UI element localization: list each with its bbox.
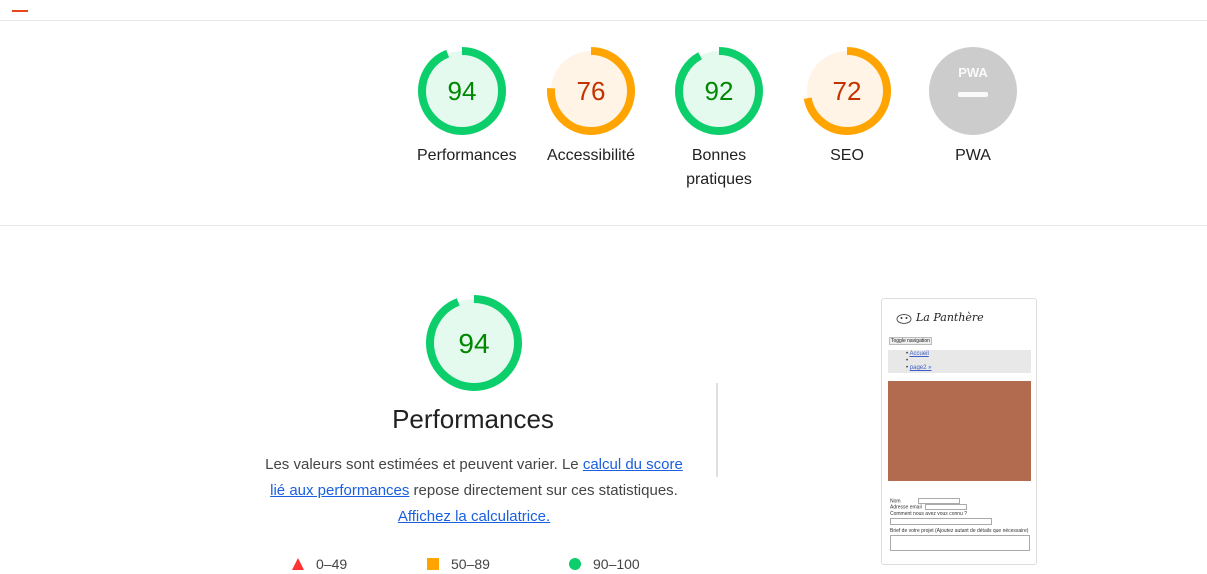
triangle-icon <box>292 558 304 570</box>
legend-fail: 0–49 <box>292 556 347 572</box>
thumb-hero-image <box>888 381 1031 481</box>
pwa-badge-text: PWA <box>958 65 988 80</box>
thumb-brand-text: La Panthère <box>916 311 984 324</box>
top-accent-mark <box>12 10 28 12</box>
gauge-performances[interactable]: 94 Performances <box>417 46 517 168</box>
gauge-performances-ring: 94 <box>418 47 506 135</box>
thumb-nav-link: Accueil <box>909 351 929 357</box>
gauge-seo-score: 72 <box>833 76 862 106</box>
thumb-nav: • Accueil • • page2 » <box>888 350 1031 373</box>
gauge-performances-score: 94 <box>448 76 477 106</box>
gauge-accessibilite[interactable]: 76 Accessibilité <box>546 46 636 168</box>
gauge-bonnes-pratiques[interactable]: 92 Bonnes pratiques <box>674 46 764 192</box>
page-screenshot-thumbnail[interactable]: La Panthère Toggle navigation • Accueil … <box>881 298 1037 565</box>
thumb-form-label: Comment nous avez vous connu ? <box>890 510 967 517</box>
calculator-link[interactable]: Affichez la calculatrice. <box>398 508 550 525</box>
gauge-accessibilite-score: 76 <box>577 76 606 106</box>
gauge-seo-ring: 72 <box>803 47 891 135</box>
legend-average-range: 50–89 <box>451 556 490 572</box>
legend-pass: 90–100 <box>569 556 640 572</box>
main-gauge-score: 94 <box>458 328 489 359</box>
thumb-nav-item: • page2 » <box>906 365 932 371</box>
legend-average: 50–89 <box>427 556 490 572</box>
thumb-form: Nom Adresse email Comment nous avez vous… <box>890 498 1030 551</box>
thumb-form-label: Adresse email <box>890 504 922 511</box>
gauge-performances-label: Performances <box>417 147 517 164</box>
thumb-nav-link: page2 » <box>909 365 932 371</box>
thumb-form-label: Brief de votre projet (Ajoutez autant de… <box>890 527 1029 534</box>
legend-fail-range: 0–49 <box>316 556 348 572</box>
pwa-badge-icon: PWA <box>929 47 1017 135</box>
gauge-pwa[interactable]: PWA PWA <box>928 46 1018 168</box>
gauge-accessibilite-ring: 76 <box>547 47 635 135</box>
performance-description: Les valeurs sont estimées et peuvent var… <box>262 452 686 530</box>
panther-logo-icon <box>896 313 912 324</box>
legend-pass-range: 90–100 <box>593 556 640 572</box>
desc-prefix: Les valeurs sont estimées et peuvent var… <box>265 456 583 473</box>
thumb-nav-item: • <box>906 358 909 364</box>
circle-icon <box>569 558 581 570</box>
square-icon <box>427 558 439 570</box>
thumb-nav-item: • Accueil <box>906 351 929 357</box>
gauge-seo-label: SEO <box>830 147 864 164</box>
divider-top <box>0 20 1207 21</box>
gauge-seo[interactable]: 72 SEO <box>802 46 892 168</box>
gauge-pwa-label: PWA <box>955 147 991 164</box>
vertical-divider <box>716 383 718 477</box>
gauge-bonnes-pratiques-ring: 92 <box>675 47 763 135</box>
section-title: Performances <box>392 404 554 434</box>
desc-middle: repose directement sur ces statistiques. <box>409 482 678 499</box>
gauge-accessibilite-label: Accessibilité <box>546 147 636 164</box>
thumb-brand: La Panthère <box>896 311 984 324</box>
main-gauge-ring: 94 <box>426 295 522 391</box>
divider-middle <box>0 225 1207 226</box>
thumb-toggle-navigation: Toggle navigation <box>889 337 932 345</box>
gauge-bonnes-pratiques-label: Bonnes pratiques <box>686 147 752 188</box>
gauge-bonnes-pratiques-score: 92 <box>705 76 734 106</box>
main-performance-gauge: 94 <box>425 294 523 392</box>
